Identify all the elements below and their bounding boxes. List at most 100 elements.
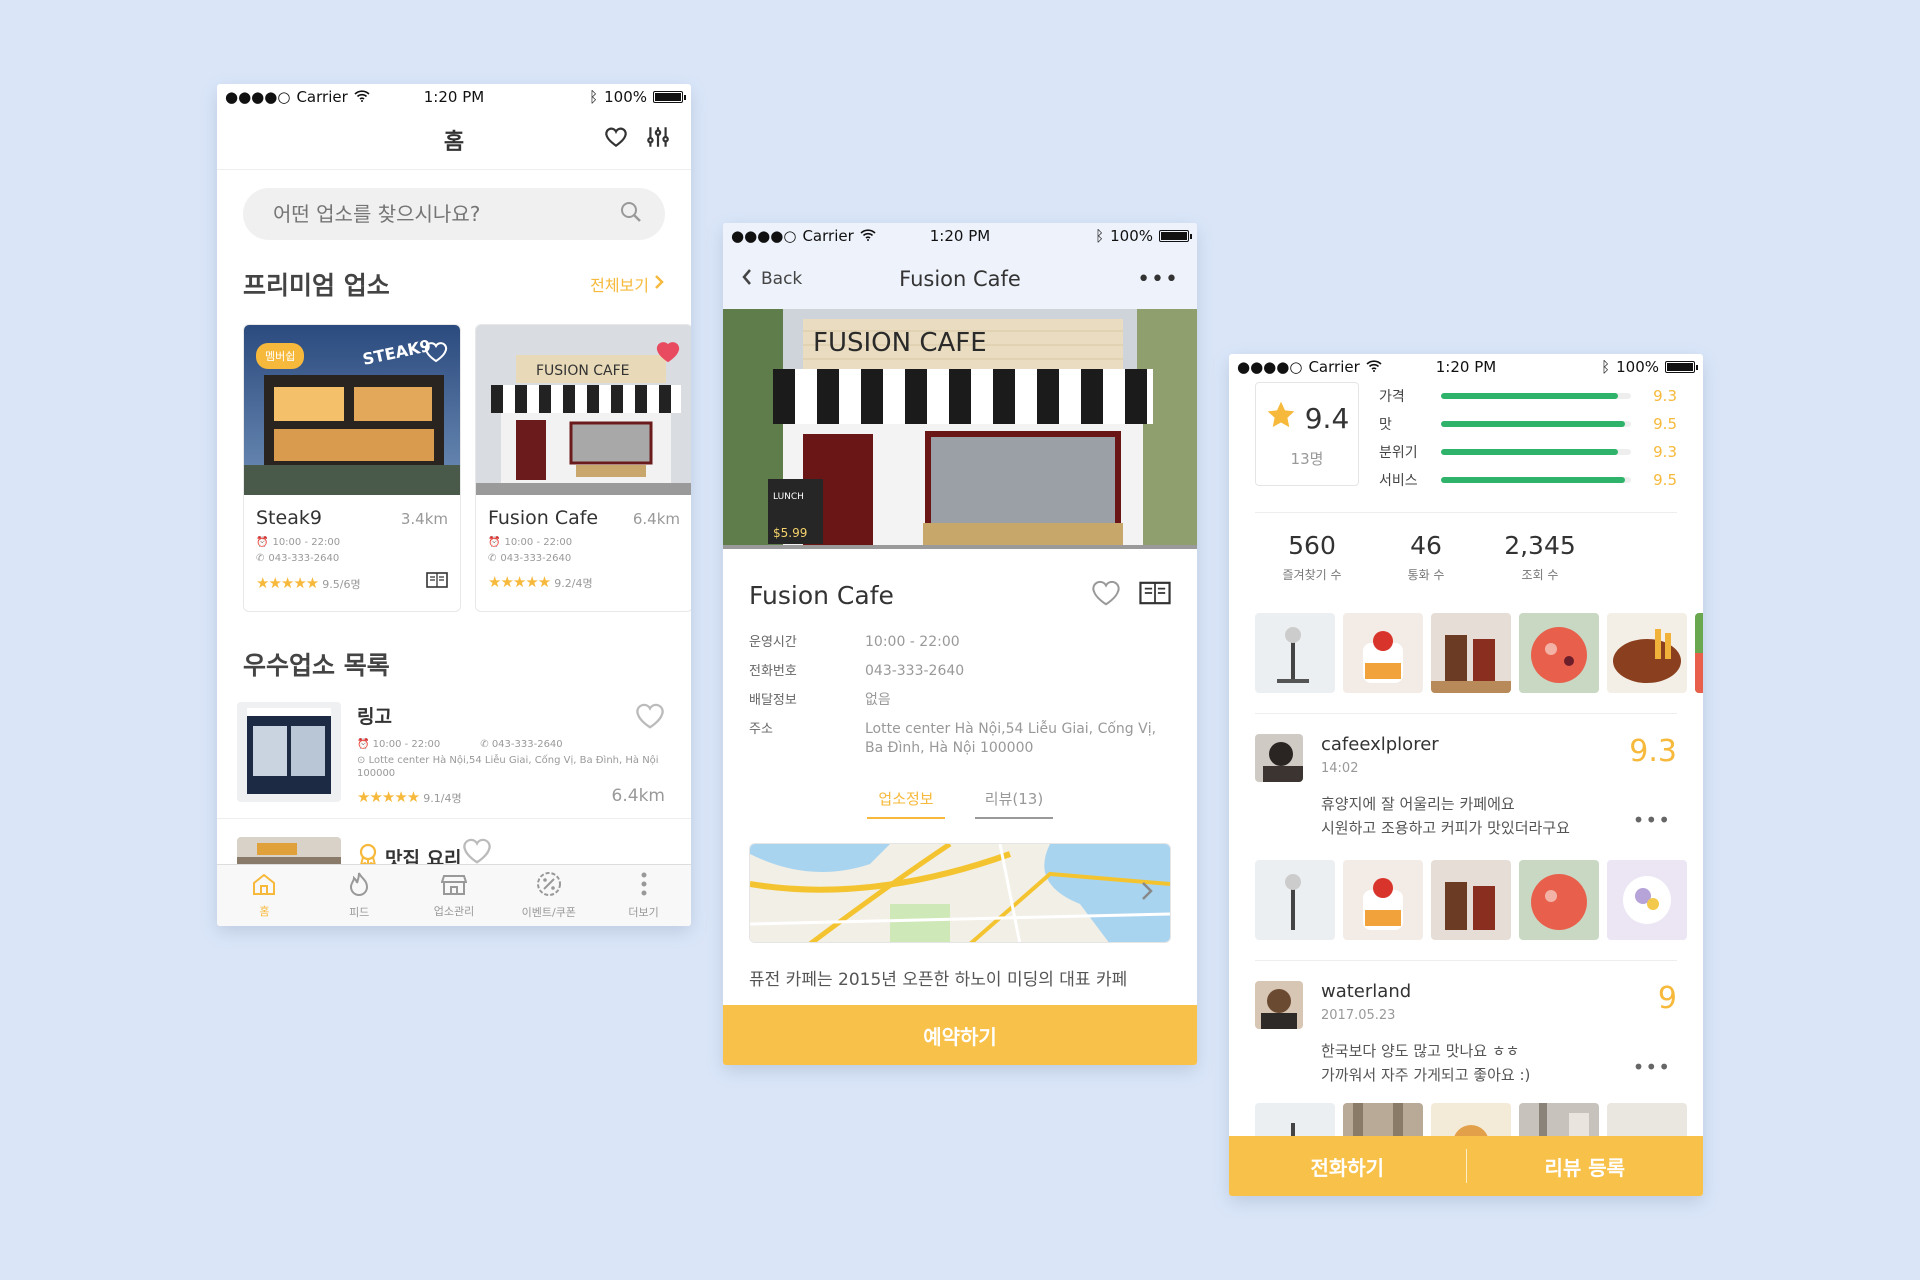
tab-store-manage[interactable]: 업소관리 [407, 865, 502, 926]
stat-number: 46 [1410, 531, 1442, 560]
tab-home[interactable]: 홈 [217, 865, 312, 926]
gallery-photo[interactable] [1343, 613, 1423, 693]
gallery-photo[interactable] [1255, 613, 1335, 693]
info-row-hours: 운영시간 10:00 - 22:00 [749, 633, 1171, 652]
list-item-ringo[interactable]: 링고 ⏰ 10:00 - 22:00 ✆ 043-333-2640 ⊙ Lotte… [237, 702, 665, 806]
info-value: 없음 [865, 692, 891, 708]
category-row-mood: 분위기 9.3 [1379, 438, 1677, 466]
coupon-icon [536, 871, 562, 900]
review-photo[interactable] [1607, 860, 1687, 940]
premium-title: 프리미엄 업소 [243, 271, 390, 300]
review-more-icon[interactable]: ••• [1633, 1055, 1671, 1079]
star-rating-icon: ★★★★★ [256, 573, 319, 592]
review-photo[interactable] [1431, 860, 1511, 940]
menu-book-icon[interactable] [1139, 581, 1171, 609]
info-row-delivery: 배달정보 없음 [749, 691, 1171, 710]
detail-top: ●●●●○ Carrier 1:20 PM ᛒ 100% Back Fusion C… [723, 223, 1197, 309]
gallery-photo[interactable] [1607, 613, 1687, 693]
wifi-icon [860, 227, 876, 245]
list-item-rating: 9.1/4명 [423, 791, 462, 805]
gallery-photo[interactable] [1695, 613, 1703, 693]
svg-text:FUSION CAFE: FUSION CAFE [813, 328, 987, 358]
write-review-button[interactable]: 리뷰 등록 [1467, 1152, 1704, 1181]
chevron-right-icon [653, 274, 665, 294]
review-score: 9.3 [1629, 734, 1677, 769]
review-photo[interactable] [1343, 860, 1423, 940]
reserve-button[interactable]: 예약하기 [723, 1005, 1197, 1065]
location-pin-icon: ⊙ [357, 755, 369, 766]
list-item-distance: 6.4km [611, 786, 665, 806]
category-score-bars: 가격 9.3 맛 9.5 분위기 9.3 서비스 9.5 [1379, 382, 1677, 494]
search-input[interactable] [273, 202, 613, 226]
tab-events-coupons[interactable]: 이벤트/쿠폰 [501, 865, 596, 926]
phone-icon: ✆ [488, 553, 497, 564]
review-item: cafeexlplorer 14:02 9.3 휴양지에 잘 어울리는 카페에요 시… [1255, 713, 1687, 940]
info-key: 주소 [749, 722, 773, 737]
review-photo[interactable] [1255, 860, 1335, 940]
filter-sliders-icon[interactable] [645, 124, 671, 154]
tab-label: 피드 [349, 906, 370, 919]
favorites-heart-icon[interactable] [603, 124, 629, 154]
gallery-photo[interactable] [1519, 613, 1599, 693]
info-key: 운영시간 [749, 635, 797, 650]
menu-book-icon[interactable] [426, 572, 448, 592]
stat-number: 560 [1288, 531, 1336, 560]
review-username[interactable]: cafeexlplorer [1321, 734, 1439, 755]
heart-outline-icon[interactable] [635, 702, 665, 734]
battery-icon [1159, 230, 1192, 242]
review-more-icon[interactable]: ••• [1633, 808, 1671, 832]
stats-row: 560 즐겨찾기 수 46 통화 수 2,345 조회 수 [1255, 512, 1677, 583]
carrier-label: Carrier [802, 227, 854, 245]
category-label: 서비스 [1379, 473, 1418, 489]
reviews-bottom-actions: 전화하기 리뷰 등록 [1229, 1136, 1703, 1196]
tab-more[interactable]: 더보기 [596, 865, 691, 926]
tab-business-info[interactable]: 업소정보 [867, 788, 945, 819]
store-icon [440, 872, 468, 899]
card-phone: 043-333-2640 [500, 553, 572, 564]
card-name: Steak9 [256, 507, 322, 529]
premium-card-steak9[interactable]: STEAK9 멤버쉽 Steak9 3.4km ⏰ 10:00 - 22:00 ✆ 0… [243, 324, 461, 612]
call-button[interactable]: 전화하기 [1229, 1152, 1466, 1181]
info-value[interactable]: 043-333-2640 [865, 662, 964, 681]
heart-outline-icon[interactable] [1091, 579, 1121, 611]
stat-calls: 46 통화 수 [1369, 531, 1483, 583]
score-bar-track [1441, 421, 1631, 427]
heart-filled-icon[interactable] [656, 341, 680, 367]
premium-card-fusion-cafe[interactable]: FUSION CAFE Fusion Cafe 6.4km ⏰ 10:00 - 22… [475, 324, 691, 612]
tab-label: 홈 [259, 905, 270, 918]
score-bar-fill [1441, 449, 1618, 455]
card-hours: 10:00 - 22:00 [504, 537, 573, 548]
info-row-phone: 전화번호 043-333-2640 [749, 662, 1171, 681]
search-icon[interactable] [619, 200, 643, 228]
more-icon [639, 871, 649, 900]
bottom-tab-bar: 홈 피드 업소관리 이벤트/쿠폰 더보기 [217, 864, 691, 926]
review-photo[interactable] [1519, 860, 1599, 940]
gallery-photo[interactable] [1431, 613, 1511, 693]
more-options-icon[interactable]: ••• [1137, 267, 1179, 292]
list-item-name: 링고 [357, 706, 392, 728]
see-all-link[interactable]: 전체보기 [590, 272, 665, 296]
review-username[interactable]: waterland [1321, 981, 1411, 1002]
location-map[interactable] [749, 843, 1171, 943]
score-summary: 9.4 13명 가격 9.3 맛 9.5 분위기 9.3 서비스 9.5 [1229, 382, 1703, 494]
heart-outline-icon[interactable] [424, 341, 448, 367]
review-text: 한국보다 양도 많고 맛나요 ㅎㅎ 가까워서 자주 가게되고 좋아요 :) [1321, 1039, 1677, 1087]
cafe-description: 퓨전 카페는 2015년 오픈한 하노이 미딩의 대표 카페 [749, 970, 1128, 990]
avatar[interactable] [1255, 734, 1303, 782]
tab-label: 업소관리 [433, 905, 475, 918]
search-bar[interactable] [243, 188, 665, 240]
star-rating-icon: ★★★★★ [357, 787, 420, 806]
ringo-photo [237, 702, 341, 802]
tab-feed[interactable]: 피드 [312, 865, 407, 926]
see-all-label: 전체보기 [590, 276, 649, 295]
tab-reviews[interactable]: 리뷰(13) [975, 788, 1053, 819]
battery-icon [1665, 361, 1698, 373]
card-hours: 10:00 - 22:00 [272, 537, 341, 548]
fusion-cafe-photo: FUSION CAFE [476, 325, 691, 495]
avatar[interactable] [1255, 981, 1303, 1029]
bluetooth-icon: ᛒ [589, 88, 599, 106]
detail-screen: ●●●●○ Carrier 1:20 PM ᛒ 100% Back Fusion C… [723, 223, 1197, 1065]
review-line: 휴양지에 잘 어울리는 카페에요 [1321, 795, 1515, 813]
back-button[interactable]: Back [741, 268, 802, 291]
battery-label: 100% [604, 88, 647, 106]
